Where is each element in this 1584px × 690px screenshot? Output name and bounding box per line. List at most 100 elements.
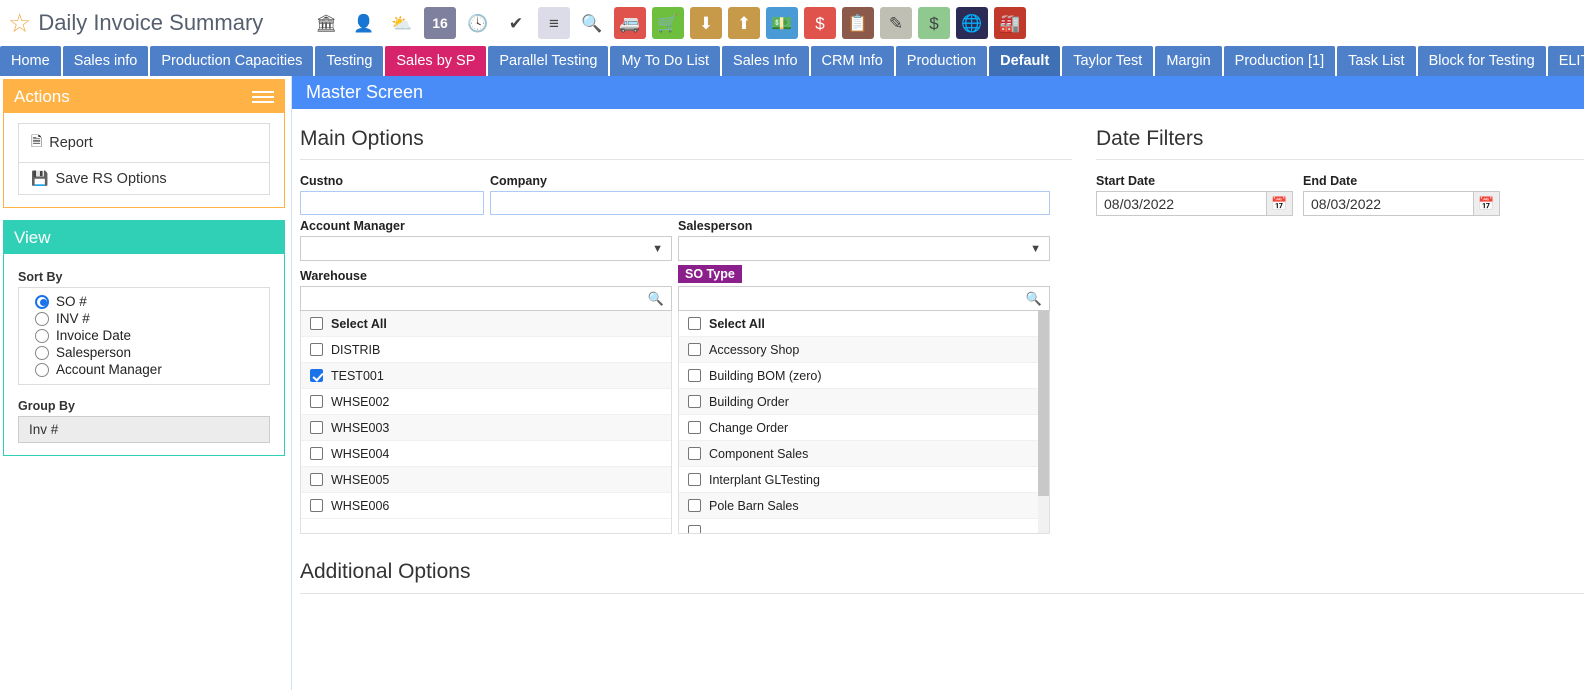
start-date-input[interactable] (1096, 191, 1266, 216)
radio-icon[interactable] (35, 328, 49, 343)
outbox-upload-icon[interactable]: ⬆ (728, 7, 760, 39)
checklist-row[interactable]: Select All (679, 311, 1049, 337)
checkbox-icon[interactable] (688, 343, 701, 356)
checklist-row[interactable]: WHSE003 (301, 415, 671, 441)
tab-sales-info[interactable]: Sales info (62, 46, 149, 76)
checklist-row[interactable]: Pole Barn Sales (679, 493, 1049, 519)
save-rs-options-button[interactable]: 💾 Save RS Options (19, 163, 269, 194)
sotype-search-input[interactable]: 🔍 (678, 286, 1050, 311)
sort-option-inv[interactable]: INV # (27, 310, 261, 327)
sotype-scrollbar-thumb[interactable] (1038, 311, 1049, 496)
bank-icon[interactable]: 🏛 (310, 7, 342, 39)
tab-my-to-do-list[interactable]: My To Do List (610, 46, 721, 76)
price-chat-icon[interactable]: $ (804, 7, 836, 39)
sort-option-so[interactable]: SO # (27, 293, 261, 310)
checkbox-icon[interactable] (688, 421, 701, 434)
search-globe-icon[interactable]: 🔍 (576, 7, 608, 39)
tab-block-for-testing[interactable]: Block for Testing (1417, 46, 1546, 76)
weather-icon[interactable]: ⛅ (386, 7, 418, 39)
checkbox-icon[interactable] (688, 395, 701, 408)
factory-icon[interactable]: 🏭 (994, 7, 1026, 39)
checkbox-icon[interactable] (688, 473, 701, 486)
checkmark-icon[interactable]: ✔ (500, 7, 532, 39)
checklist-row[interactable]: Change Order (679, 415, 1049, 441)
checkbox-icon[interactable] (310, 499, 323, 512)
spreadsheet-icon[interactable]: ≡ (538, 7, 570, 39)
radio-icon[interactable] (35, 362, 49, 377)
calendar-16-icon[interactable]: 16 (424, 7, 456, 39)
tab-production-capacities[interactable]: Production Capacities (150, 46, 314, 76)
checklist-row[interactable]: WHSE004 (301, 441, 671, 467)
tab-default[interactable]: Default (989, 46, 1061, 76)
clock-icon[interactable]: 🕓 (462, 7, 494, 39)
tab-testing[interactable]: Testing (315, 46, 384, 76)
inbox-download-icon[interactable]: ⬇ (690, 7, 722, 39)
tab-elite-test-sales-tab[interactable]: ELITE Test Sales Tab (1547, 46, 1584, 76)
tab-task-list[interactable]: Task List (1337, 46, 1416, 76)
custno-input[interactable] (300, 191, 484, 215)
delivery-van-icon[interactable]: 🚐 (614, 7, 646, 39)
warehouse-field-group: Warehouse 🔍 (300, 269, 672, 311)
main-panel: Master Screen Main Options Custno Compan… (291, 76, 1584, 690)
checklist-row[interactable]: Accessory Shop (679, 337, 1049, 363)
tab-margin[interactable]: Margin (1155, 46, 1222, 76)
tab-crm-info[interactable]: CRM Info (810, 46, 894, 76)
checkbox-icon[interactable] (688, 499, 701, 512)
pencil-note-icon[interactable]: ✎ (880, 7, 912, 39)
checklist-row[interactable]: WHSE006 (301, 493, 671, 519)
checkbox-icon[interactable] (310, 343, 323, 356)
tab-home[interactable]: Home (0, 46, 61, 76)
checkbox-icon[interactable] (310, 369, 323, 382)
checkbox-icon[interactable] (688, 317, 701, 330)
end-date-input[interactable] (1303, 191, 1473, 216)
hamburger-icon[interactable] (252, 90, 274, 103)
world-book-icon[interactable]: 🌐 (956, 7, 988, 39)
sort-option-invoice-date[interactable]: Invoice Date (27, 327, 261, 344)
checklist-row[interactable]: Component Sales (679, 441, 1049, 467)
checklist-row[interactable]: Select All (301, 311, 671, 337)
report-button[interactable]: 🗎 Report (19, 124, 269, 163)
start-date-calendar-icon[interactable]: 📅 (1266, 191, 1293, 216)
checklist-row-label: Change Order (709, 420, 789, 435)
cash-stack-icon[interactable]: $ (918, 7, 950, 39)
sort-option-account-manager[interactable]: Account Manager (27, 361, 261, 378)
user-avatar-icon[interactable]: 👤 (348, 7, 380, 39)
tab-taylor-test[interactable]: Taylor Test (1062, 46, 1154, 76)
checklist-row[interactable]: Interplant GLTesting (679, 467, 1049, 493)
star-icon[interactable]: ☆ (8, 10, 31, 36)
radio-icon[interactable] (35, 294, 49, 309)
checklist-row[interactable] (679, 519, 1049, 533)
checkbox-icon[interactable] (310, 421, 323, 434)
radio-icon[interactable] (35, 311, 49, 326)
money-hand-icon[interactable]: 💵 (766, 7, 798, 39)
tab-production-1[interactable]: Production [1] (1223, 46, 1336, 76)
checklist-row[interactable]: WHSE002 (301, 389, 671, 415)
checkbox-icon[interactable] (688, 369, 701, 382)
tab-sales-by-sp[interactable]: Sales by SP (385, 46, 487, 76)
sort-option-salesperson[interactable]: Salesperson (27, 344, 261, 361)
actions-panel-body: 🗎 Report 💾 Save RS Options (4, 113, 284, 207)
salesperson-select[interactable]: ▼ (678, 236, 1050, 261)
tab-sales-info[interactable]: Sales Info (722, 46, 809, 76)
checklist-row[interactable]: WHSE005 (301, 467, 671, 493)
checkbox-icon[interactable] (310, 395, 323, 408)
checkbox-icon[interactable] (310, 317, 323, 330)
checkbox-icon[interactable] (688, 447, 701, 460)
sotype-scrollbar-track[interactable] (1038, 311, 1049, 533)
end-date-calendar-icon[interactable]: 📅 (1473, 191, 1500, 216)
shopping-basket-icon[interactable]: 🛒 (652, 7, 684, 39)
radio-icon[interactable] (35, 345, 49, 360)
checklist-row[interactable]: TEST001 (301, 363, 671, 389)
tab-production[interactable]: Production (895, 46, 988, 76)
checkbox-icon[interactable] (688, 525, 701, 533)
checkbox-icon[interactable] (310, 473, 323, 486)
account-manager-select[interactable]: ▼ (300, 236, 672, 261)
warehouse-search-input[interactable]: 🔍 (300, 286, 672, 311)
checklist-row[interactable]: DISTRIB (301, 337, 671, 363)
checklist-row[interactable]: Building Order (679, 389, 1049, 415)
company-input[interactable] (490, 191, 1050, 215)
checklist-row[interactable]: Building BOM (zero) (679, 363, 1049, 389)
checkbox-icon[interactable] (310, 447, 323, 460)
tab-parallel-testing[interactable]: Parallel Testing (488, 46, 609, 76)
clipboard-icon[interactable]: 📋 (842, 7, 874, 39)
